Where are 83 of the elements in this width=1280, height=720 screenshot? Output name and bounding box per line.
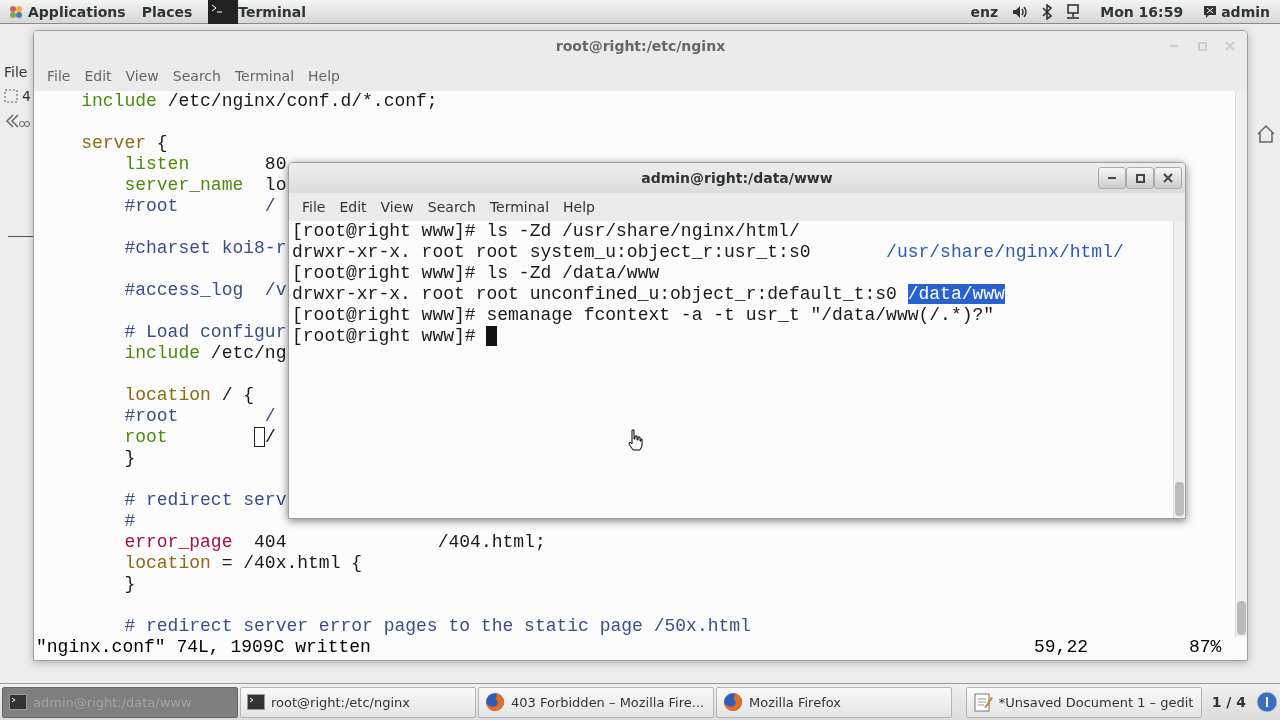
code-line: # redirect serv [123, 490, 287, 511]
scroll-percent: 87% [1189, 637, 1223, 658]
text-cursor [486, 326, 498, 346]
task-button[interactable]: Mozilla Firefox [716, 686, 952, 718]
code-line: location = /40x.html { [123, 553, 363, 574]
maximize-icon [1197, 41, 1207, 51]
home-icon [1256, 124, 1276, 144]
tab-label[interactable]: 4 [22, 88, 31, 104]
top-menu[interactable]: Places [141, 3, 193, 20]
terminal-icon [9, 694, 27, 710]
clock[interactable]: Mon 16:59 [1100, 3, 1184, 20]
terminal-icon [208, 0, 239, 24]
chat-icon [1203, 4, 1218, 19]
status-message: "nginx.conf" 74L, 1909C written [36, 637, 371, 658]
code-line: include /etc/ng [123, 343, 287, 364]
text-cursor [254, 427, 266, 447]
task-button[interactable]: 403 Forbidden – Mozilla Fire... [478, 686, 714, 718]
code-line: server_name lo [123, 175, 287, 196]
menu-item[interactable]: View [373, 199, 421, 215]
menu-item[interactable]: Help [301, 68, 347, 84]
menu-item[interactable]: Edit [332, 199, 374, 215]
close-icon [1225, 41, 1235, 51]
code-line: [root@right www]# semanage fcontext -a -t usr_t "/data/www(/.*)?" [292, 305, 995, 326]
code-line: #root / [123, 406, 276, 427]
top-menu[interactable]: Applications [28, 3, 126, 20]
globe-icon [723, 692, 743, 712]
code-line: # [123, 511, 136, 532]
globe-icon [485, 692, 505, 712]
notification-icon [1256, 691, 1278, 713]
code-line: [root@right www]# ls -Zd /data/www [292, 263, 660, 284]
menu-item[interactable]: File [295, 199, 333, 215]
menu-item[interactable]: Terminal [482, 199, 557, 215]
maximize-icon [1135, 173, 1145, 183]
notepad-icon [972, 692, 993, 712]
code-line: [root@right www]# [292, 326, 477, 347]
menu-item[interactable]: View [118, 68, 166, 84]
maximize-button[interactable] [1126, 167, 1154, 189]
menu-item[interactable]: Terminal [227, 68, 302, 84]
code-line: drwxr-xr-x. root root system_u:object_r:usr_t:s0 /usr/share/nginx/html/ [292, 242, 1124, 263]
code-line: #root / [123, 196, 276, 217]
task-button[interactable]: root@right:/etc/nginx [240, 686, 476, 718]
selection-icon [4, 89, 18, 103]
workspace-indicator[interactable]: 1 / 4 [1203, 694, 1254, 710]
code-line: / [265, 427, 276, 448]
code-line: server { [80, 133, 168, 154]
network-icon [1066, 3, 1081, 20]
code-line: # redirect server error pages to the static page /50x.html [123, 616, 751, 637]
menu-item[interactable]: Help [556, 199, 602, 215]
code-line: listen 80 [123, 154, 287, 175]
keyboard-layout[interactable]: enz [970, 3, 999, 20]
close-button[interactable] [1154, 167, 1182, 189]
minimize-button[interactable] [1098, 167, 1126, 189]
menu-item[interactable]: Search [420, 199, 483, 215]
task-button[interactable]: *Unsaved Document 1 – gedit [965, 686, 1202, 718]
code-line: root [123, 427, 169, 448]
menu-item[interactable]: Edit [77, 68, 119, 84]
menu-item[interactable]: File [0, 64, 31, 80]
apps-icon [8, 3, 24, 20]
close-icon [1163, 173, 1173, 183]
code-line: include /etc/nginx/conf.d/*.conf; [80, 91, 438, 112]
scrollbar-thumb[interactable] [1237, 601, 1246, 635]
hand-pointer-icon [627, 429, 643, 451]
window-title: admin@right:/data/www [641, 170, 833, 186]
code-line: error_page 404 /404.html; [123, 532, 546, 553]
code-line: } [123, 574, 136, 595]
menu-item[interactable]: Search [165, 68, 228, 84]
active-app-label[interactable]: Terminal [238, 3, 306, 20]
user-menu[interactable]: admin [1221, 3, 1270, 20]
cursor-position: 59,22 [1034, 637, 1089, 658]
code-line: #charset koi8-r [123, 238, 287, 259]
window-title: root@right:/etc/nginx [555, 38, 726, 54]
code-line: # Load configur [123, 322, 287, 343]
back-icon [4, 112, 30, 130]
code-line: location / { [123, 385, 255, 406]
bluetooth-icon [1042, 3, 1053, 20]
scrollbar-thumb[interactable] [1175, 482, 1184, 516]
menu-item[interactable]: File [40, 68, 78, 84]
minimize-icon [1108, 177, 1116, 179]
code-line: drwxr-xr-x. root root unconfined_u:object_r:default_t:s0 /data/www [292, 284, 1005, 305]
code-line: } [123, 448, 136, 469]
code-line: #access_log /v [123, 280, 287, 301]
code-line: [root@right www]# ls -Zd /usr/share/nginx/html/ [292, 221, 800, 242]
terminal-icon [247, 694, 265, 710]
